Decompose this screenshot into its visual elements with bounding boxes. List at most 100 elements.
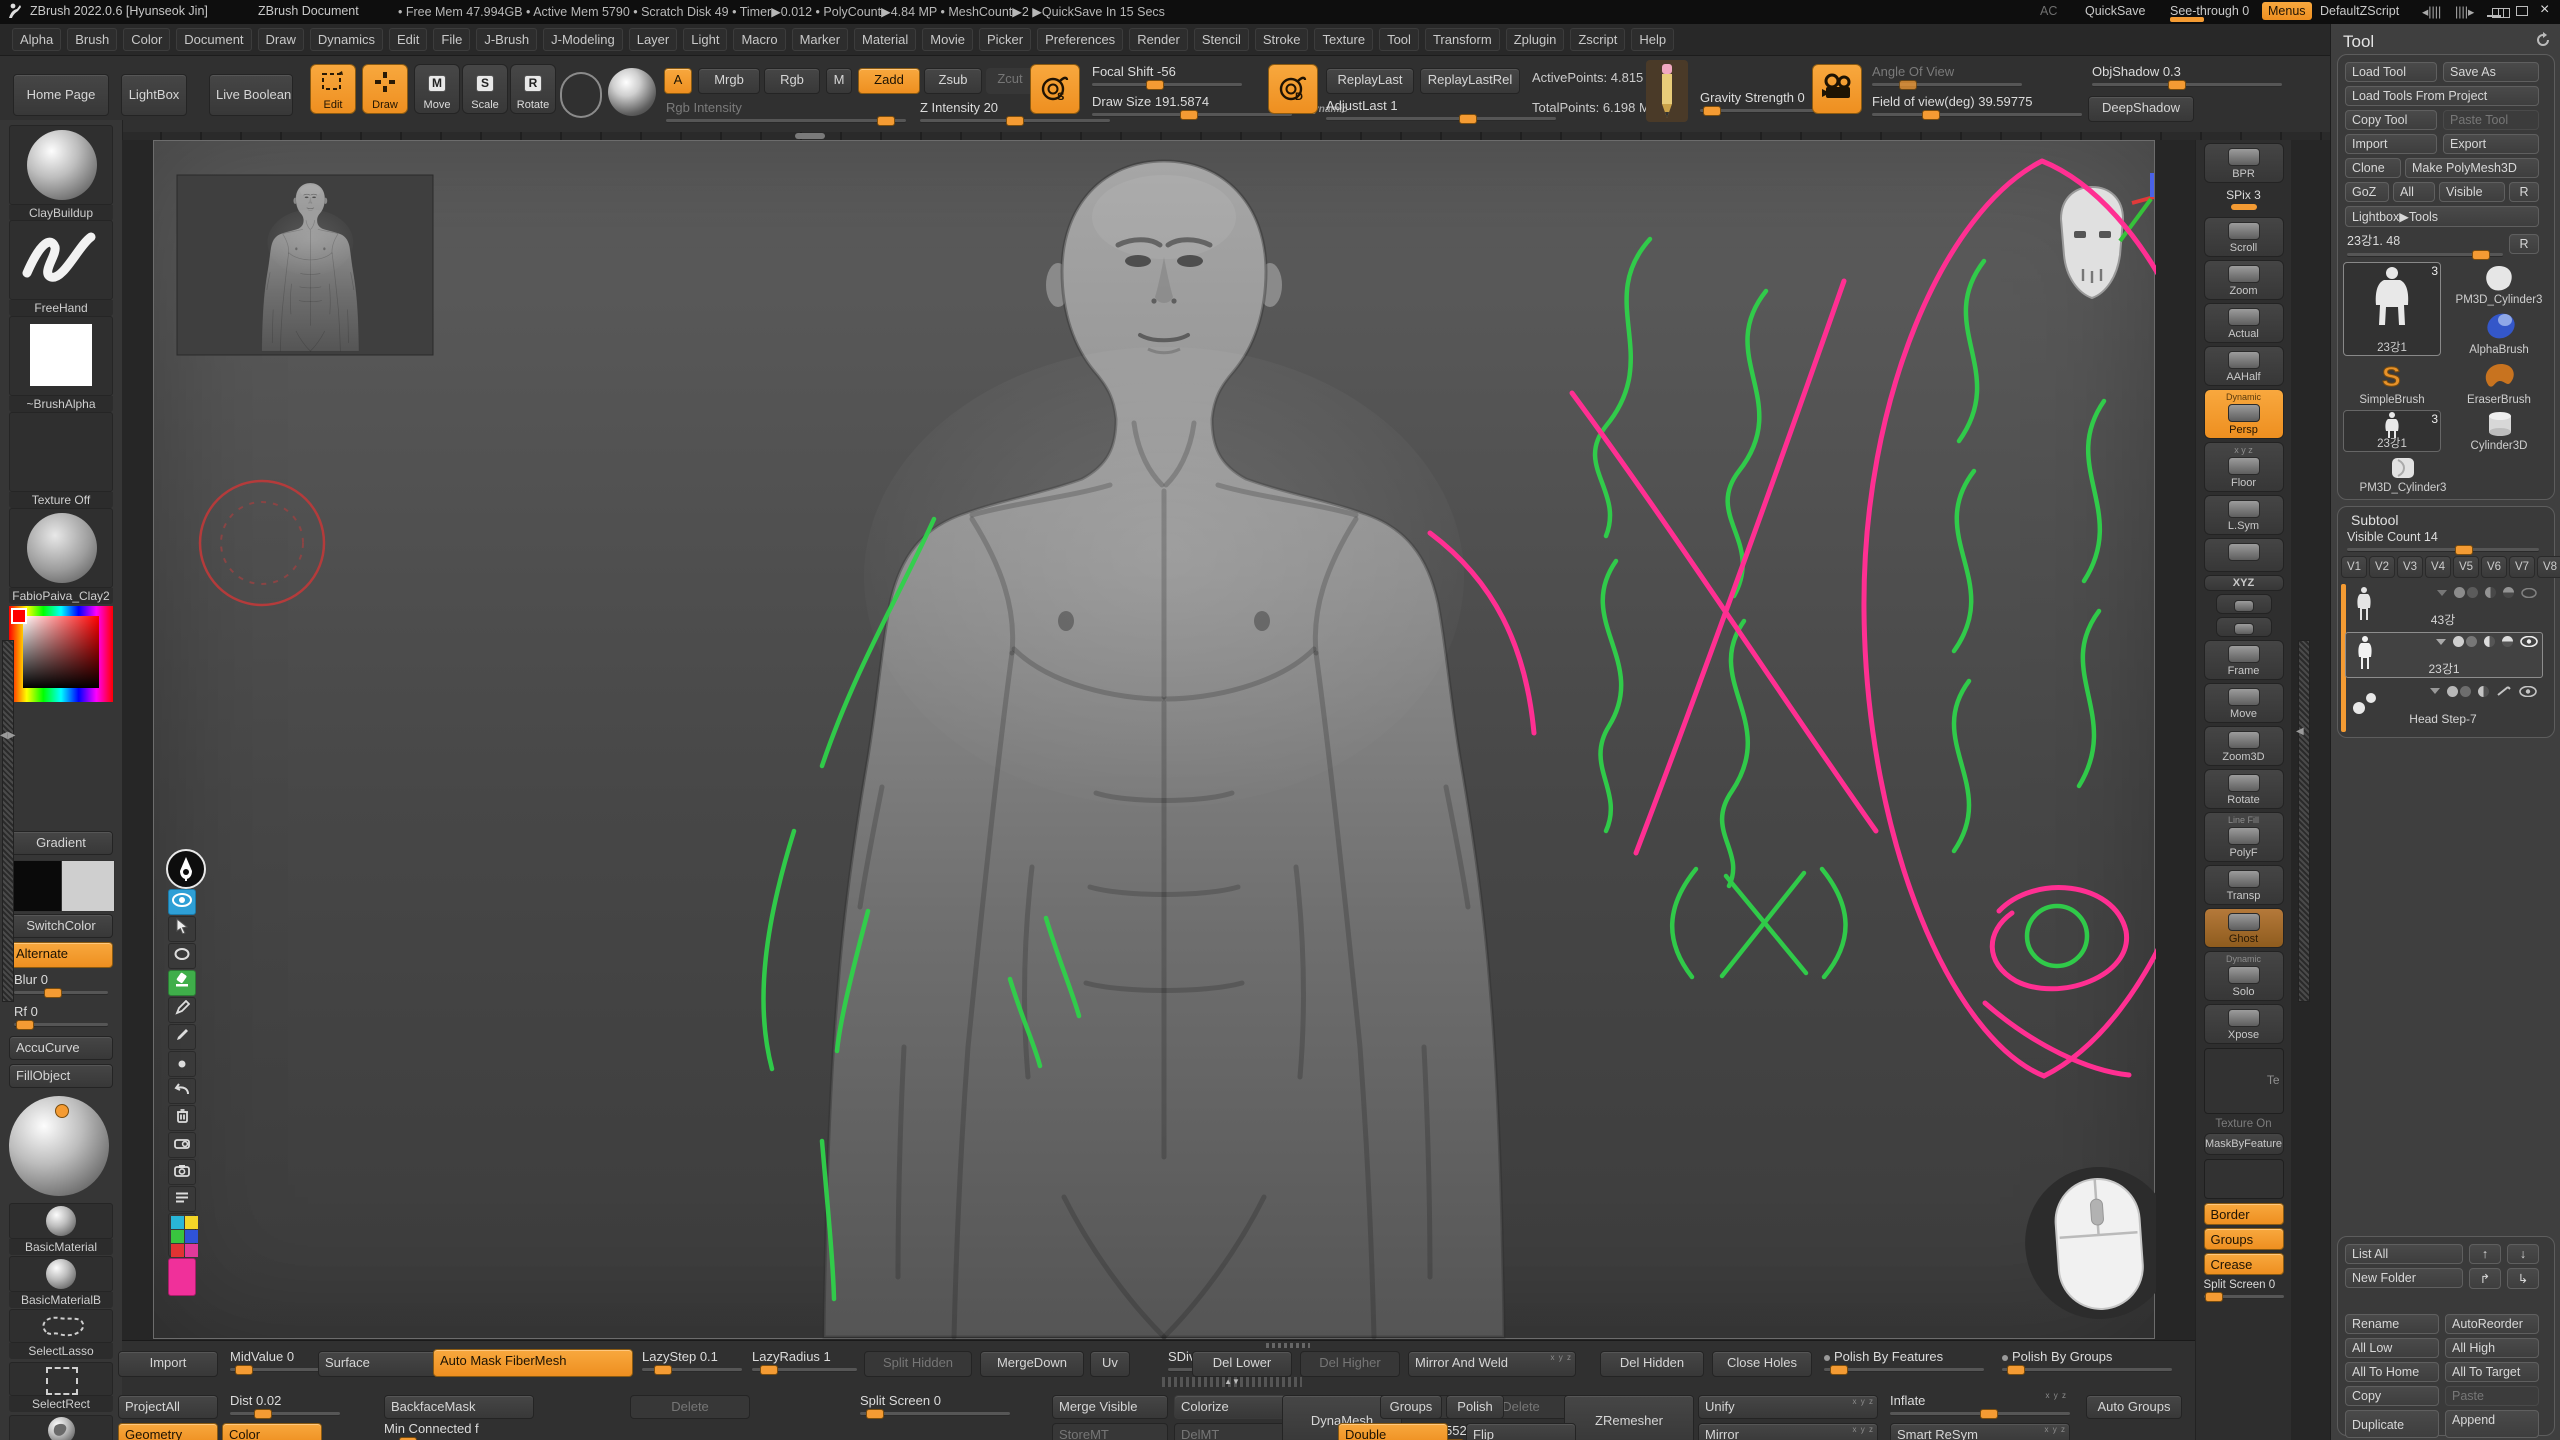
- obj-shadow-slider[interactable]: ObjShadow 0.3: [2092, 64, 2282, 86]
- zsub-button[interactable]: Zsub: [924, 68, 982, 94]
- lightbox-tools-button[interactable]: Lightbox▶Tools: [2345, 206, 2539, 227]
- menu-item[interactable]: Texture: [1314, 28, 1373, 51]
- goz-all-button[interactable]: All: [2393, 182, 2435, 202]
- marker-icon[interactable]: [168, 1024, 196, 1050]
- copy-tool-button[interactable]: Copy Tool: [2345, 110, 2437, 130]
- lsym-button[interactable]: L.Sym: [2204, 495, 2284, 535]
- alpha-brushalpha[interactable]: ~BrushAlpha: [9, 316, 113, 412]
- version-tab[interactable]: V8: [2537, 556, 2560, 578]
- alternate-button[interactable]: Alternate: [9, 942, 113, 968]
- bpr-button[interactable]: BPR: [2204, 143, 2284, 183]
- mask-thumb[interactable]: [2204, 1159, 2284, 1199]
- groups-button[interactable]: Groups: [1380, 1395, 1442, 1419]
- menu-item[interactable]: Edit: [389, 28, 427, 51]
- split-screen-shelf-slider[interactable]: Split Screen 0: [2204, 1279, 2284, 1298]
- auto-groups-button[interactable]: Auto Groups: [2086, 1395, 2182, 1419]
- gradient-button[interactable]: Gradient: [9, 831, 113, 855]
- polish-button[interactable]: Polish: [1446, 1395, 1504, 1419]
- scale-button[interactable]: S Scale: [462, 64, 508, 114]
- left-tray-divider-arrows[interactable]: ◀▶: [0, 730, 15, 741]
- menu-item[interactable]: Transform: [1425, 28, 1500, 51]
- store-mt-button[interactable]: StoreMT: [1052, 1423, 1168, 1440]
- lightbox-button[interactable]: LightBox: [121, 74, 187, 116]
- del-lower-button[interactable]: Del Lower: [1192, 1351, 1292, 1377]
- move-up-icon[interactable]: ↑: [2469, 1244, 2501, 1264]
- texture-off[interactable]: Texture Off: [9, 412, 113, 508]
- menus-toggle-button[interactable]: Menus: [2262, 2, 2312, 20]
- tool-export-button[interactable]: Export: [2443, 134, 2539, 154]
- dist-slider[interactable]: Dist 0.02: [230, 1393, 340, 1415]
- undo-icon[interactable]: [168, 1078, 196, 1104]
- lazyradius-slider[interactable]: LazyRadius 1: [752, 1349, 857, 1371]
- transp-button[interactable]: Transp: [2204, 865, 2284, 905]
- move-out-icon[interactable]: ↱: [2469, 1268, 2501, 1289]
- menu-item[interactable]: Marker: [792, 28, 848, 51]
- load-tool-button[interactable]: Load Tool: [2345, 62, 2437, 82]
- split-screen-slider[interactable]: Split Screen 0: [860, 1393, 1010, 1415]
- d-macro-button[interactable]: D: [1268, 64, 1318, 114]
- tool-thumb-pm3d-2[interactable]: PM3D_Cylinder3: [2343, 456, 2463, 494]
- subtool-row-3[interactable]: Head Step-7: [2345, 682, 2541, 726]
- zadd-button[interactable]: Zadd: [858, 68, 920, 94]
- tool-thumb-cylinder3d[interactable]: Cylinder3D: [2451, 410, 2547, 452]
- menu-item[interactable]: Help: [1631, 28, 1674, 51]
- see-through-slider[interactable]: See-through 0: [2170, 4, 2249, 18]
- trash-icon[interactable]: [168, 1105, 196, 1131]
- goz-button[interactable]: GoZ: [2345, 182, 2389, 202]
- angle-of-view-slider[interactable]: Angle Of View: [1872, 64, 2022, 86]
- field-of-view-slider[interactable]: Field of view(deg) 39.59775: [1872, 94, 2082, 116]
- unify-button[interactable]: Unifyx y z: [1698, 1395, 1878, 1419]
- hue-cursor[interactable]: [11, 608, 27, 624]
- scroll-button[interactable]: Scroll: [2204, 217, 2284, 257]
- make-polymesh3d-button[interactable]: Make PolyMesh3D: [2405, 158, 2539, 178]
- del-mt-button[interactable]: DelMT: [1174, 1423, 1294, 1440]
- replay-last-button[interactable]: ReplayLast: [1326, 68, 1414, 94]
- persp-button[interactable]: Dynamic Persp: [2204, 389, 2284, 439]
- version-tab[interactable]: V5: [2453, 556, 2479, 578]
- menu-item[interactable]: Dynamics: [310, 28, 383, 51]
- import-button[interactable]: Import: [118, 1351, 218, 1377]
- default-zscript-button[interactable]: DefaultZScript: [2320, 4, 2399, 18]
- material-fabiopaiva-clay[interactable]: FabioPaiva_Clay2: [9, 508, 113, 604]
- project-all-button[interactable]: ProjectAll: [118, 1395, 218, 1419]
- right-tray-divider-arrow[interactable]: ◀: [2296, 726, 2304, 737]
- del-hidden-button[interactable]: Del Hidden: [1600, 1351, 1704, 1377]
- min-connected-slider[interactable]: Min Connected f: [384, 1421, 534, 1440]
- fill-object-button[interactable]: FillObject: [9, 1064, 113, 1088]
- camera-button[interactable]: [1812, 64, 1862, 114]
- see-through-knob[interactable]: [2170, 17, 2204, 22]
- append-button[interactable]: Append: [2445, 1410, 2539, 1438]
- brush-clay-buildup[interactable]: ClayBuildup: [9, 125, 113, 221]
- solo-button[interactable]: Dynamic Solo: [2204, 951, 2284, 1001]
- duplicate-button[interactable]: Duplicate: [2345, 1410, 2439, 1438]
- mirror-button[interactable]: Mirrorx y z: [1698, 1423, 1878, 1440]
- tool-thumb-eraserbrush[interactable]: EraserBrush: [2451, 360, 2547, 406]
- version-tab[interactable]: V4: [2425, 556, 2451, 578]
- live-boolean-button[interactable]: Live Boolean: [209, 74, 293, 116]
- tool-import-button[interactable]: Import: [2345, 134, 2437, 154]
- model-thumbnail[interactable]: [177, 175, 433, 355]
- menu-item[interactable]: Movie: [922, 28, 973, 51]
- restore-icon[interactable]: [2516, 5, 2528, 19]
- menu-item[interactable]: File: [433, 28, 470, 51]
- move-button[interactable]: M Move: [414, 64, 460, 114]
- switch-color-button[interactable]: SwitchColor: [9, 914, 113, 938]
- select-lasso[interactable]: SelectLasso: [9, 1309, 113, 1359]
- minimize-icon[interactable]: [2487, 3, 2501, 17]
- menu-item[interactable]: Alpha: [12, 28, 61, 51]
- rotate-z-button[interactable]: [2216, 617, 2272, 637]
- projector-icon[interactable]: [168, 1132, 196, 1158]
- all-to-home-button[interactable]: All To Home: [2345, 1362, 2439, 1382]
- geometry-button[interactable]: Geometry: [118, 1423, 218, 1440]
- menu-item[interactable]: Draw: [258, 28, 304, 51]
- polish-by-features-slider[interactable]: Polish By Features: [1824, 1349, 1984, 1371]
- actual-button[interactable]: Actual: [2204, 303, 2284, 343]
- menu-item[interactable]: Light: [683, 28, 727, 51]
- del-higher-button[interactable]: Del Higher: [1300, 1351, 1400, 1377]
- material-preview[interactable]: [608, 68, 656, 116]
- notes-icon[interactable]: [168, 1186, 196, 1212]
- pressure-right-icon[interactable]: ||||▸: [2455, 4, 2474, 19]
- zoom3d-button[interactable]: Zoom3D: [2204, 726, 2284, 766]
- s-macro-button[interactable]: S: [1030, 64, 1080, 114]
- inflate-slider[interactable]: Inflatex y z: [1890, 1393, 2070, 1415]
